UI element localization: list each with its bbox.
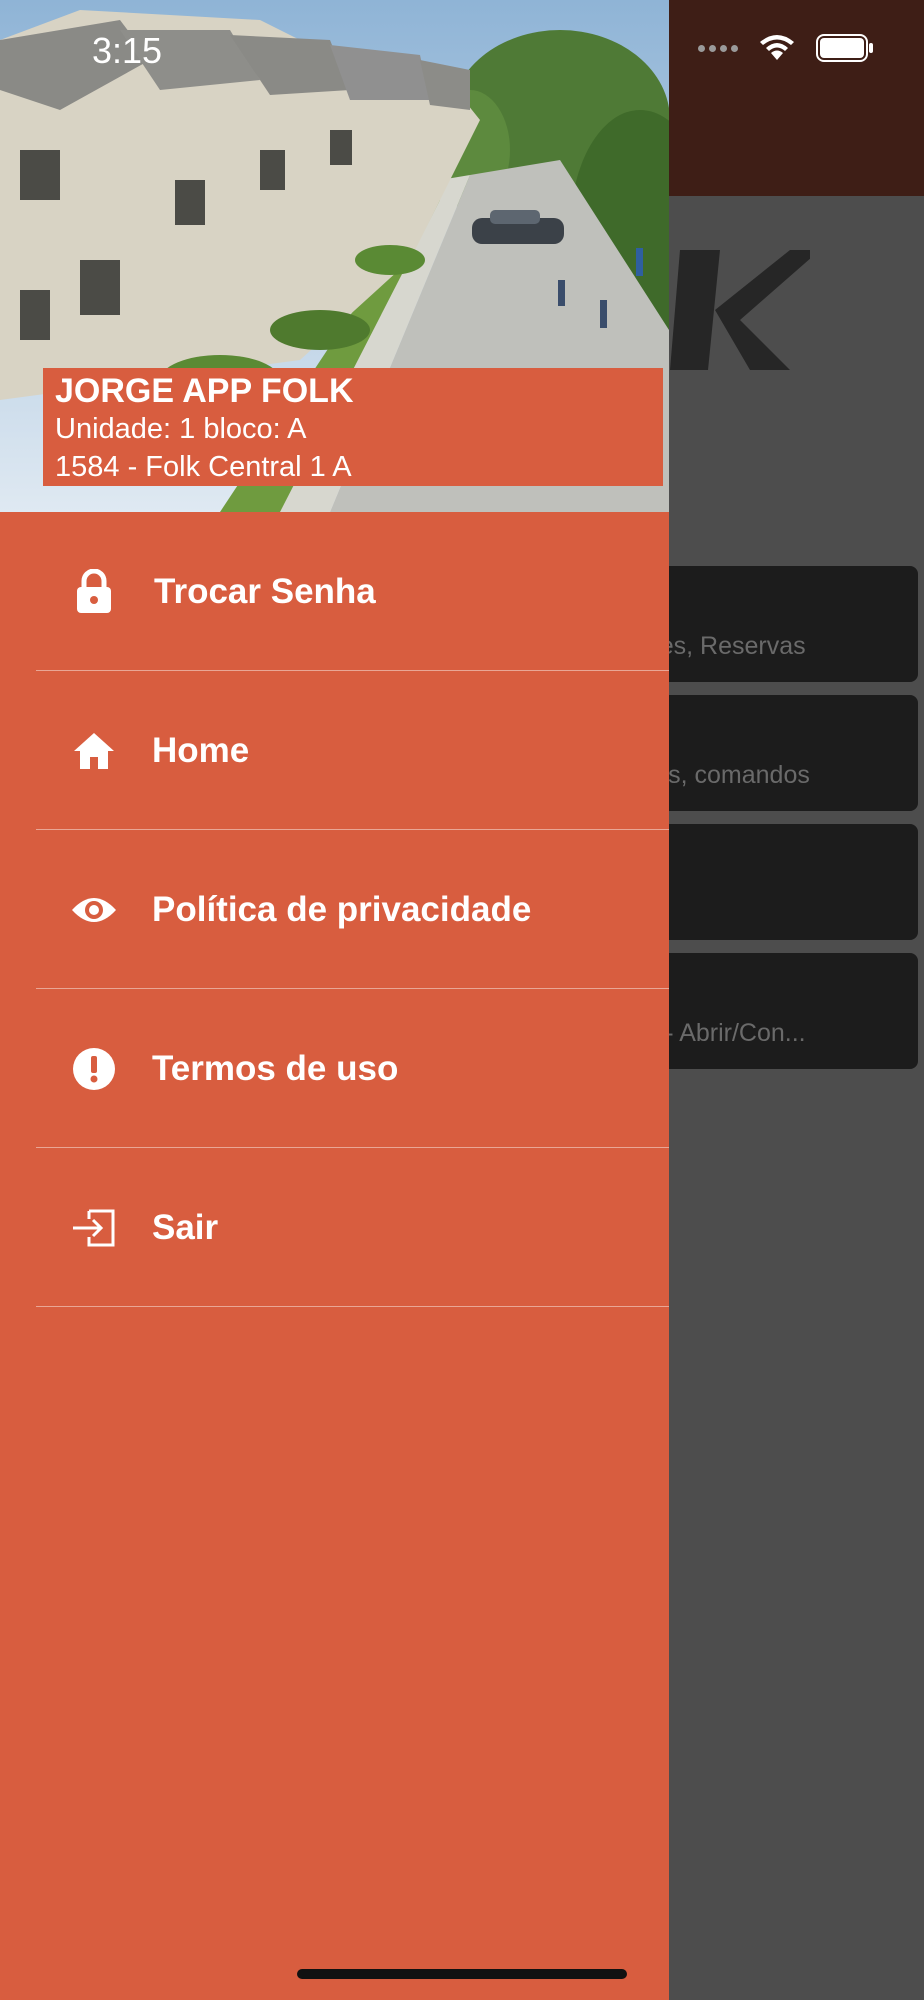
menu-label: Termos de uso: [152, 1048, 399, 1088]
user-info-box: JORGE APP FOLK Unidade: 1 bloco: A 1584 …: [43, 368, 663, 486]
menu-item-home[interactable]: Home: [0, 671, 669, 830]
menu-label: Home: [152, 730, 250, 770]
status-time: 3:15: [92, 30, 163, 71]
navigation-drawer: JORGE APP FOLK Unidade: 1 bloco: A 1584 …: [0, 0, 669, 2000]
menu-item-privacy-policy[interactable]: Política de privacidade: [0, 830, 669, 989]
home-indicator: [297, 1969, 627, 1979]
menu-label: Trocar Senha: [154, 571, 376, 611]
menu-label: Sair: [152, 1207, 219, 1247]
alert-circle-icon: [70, 1045, 118, 1093]
menu-item-change-password[interactable]: Trocar Senha: [0, 512, 669, 671]
lock-icon: [70, 568, 118, 616]
signal-icon: [698, 44, 738, 52]
logout-icon: [70, 1204, 118, 1252]
eye-icon: [70, 886, 118, 934]
status-icons: [698, 34, 874, 62]
menu-item-terms-of-use[interactable]: Termos de uso: [0, 989, 669, 1148]
user-name: JORGE APP FOLK: [55, 372, 354, 410]
user-unit: Unidade: 1 bloco: A: [55, 413, 307, 445]
home-icon: [70, 727, 118, 775]
drawer-header: JORGE APP FOLK Unidade: 1 bloco: A 1584 …: [0, 0, 669, 512]
wifi-icon: [760, 35, 794, 60]
user-condominium: 1584 - Folk Central 1 A: [55, 451, 352, 483]
drawer-menu: Trocar Senha Home Política de privacidad…: [0, 512, 669, 1307]
brand-logo-icon: [670, 250, 810, 370]
menu-label: Política de privacidade: [152, 889, 532, 929]
battery-icon: [816, 34, 873, 62]
menu-item-logout[interactable]: Sair: [0, 1148, 669, 1307]
